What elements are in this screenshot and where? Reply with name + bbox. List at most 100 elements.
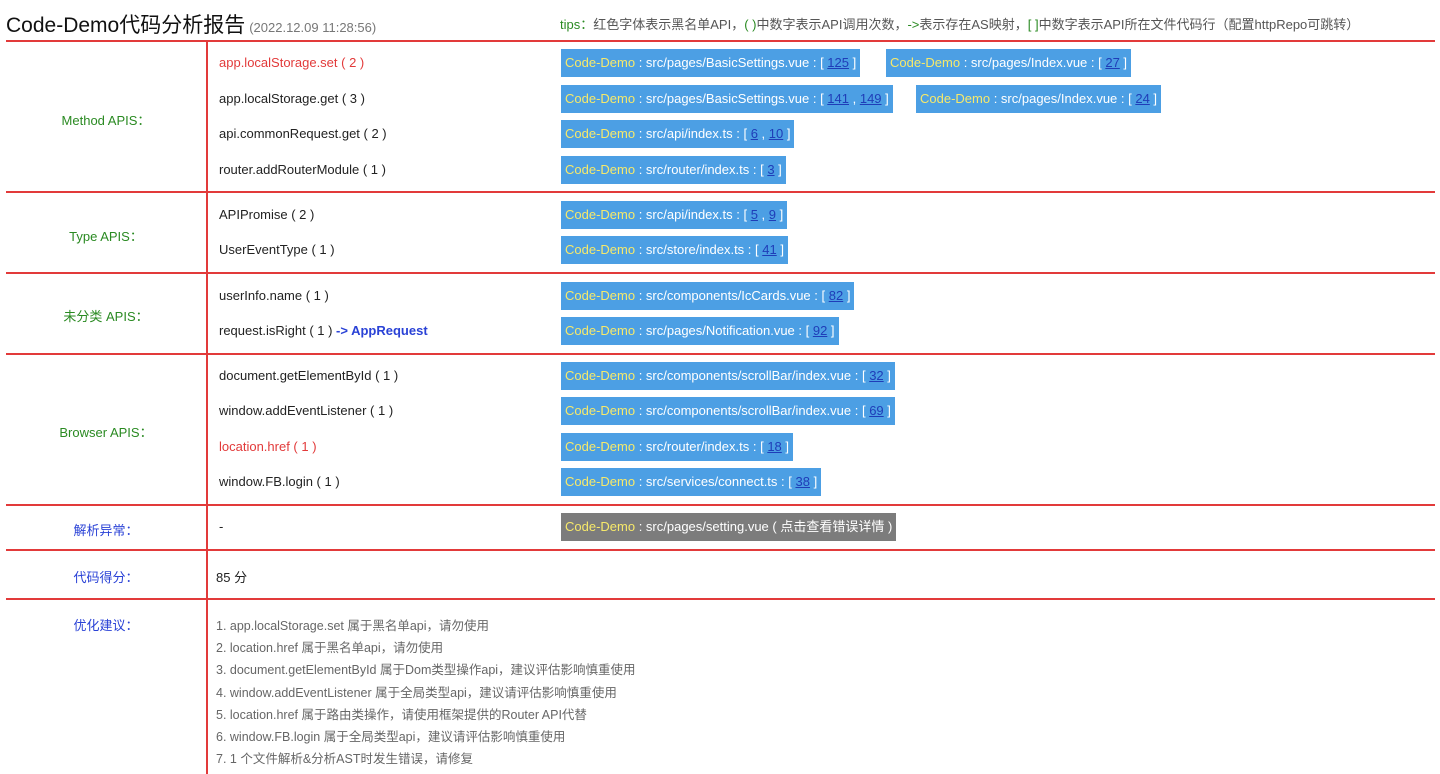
file-location-chip[interactable]: Code-Demo : src/pages/Notification.vue :… <box>561 317 839 345</box>
file-path: : src/services/connect.ts : [ <box>635 474 796 489</box>
file-location-chip[interactable]: Code-Demo : src/router/index.ts : [ 18 ] <box>561 433 794 461</box>
line-link[interactable]: 38 <box>795 474 809 489</box>
line-link[interactable]: 92 <box>813 323 827 338</box>
line-link[interactable]: 141 <box>827 91 849 106</box>
line-link[interactable]: 3 <box>767 162 774 177</box>
divider <box>6 549 1435 551</box>
file-location-chip[interactable]: Code-Demo : src/api/index.ts : [ 5 , 9 ] <box>561 201 788 229</box>
parse-error-value: - <box>219 519 224 534</box>
section-label-parse-error: 解析异常： <box>73 523 139 538</box>
line-link[interactable]: 69 <box>869 403 883 418</box>
api-name: APIPromise ( 2 ) <box>219 207 315 222</box>
file-location-chip[interactable]: Code-Demo : src/components/IcCards.vue :… <box>561 282 855 310</box>
file-location-chip[interactable]: Code-Demo : src/components/scrollBar/ind… <box>561 397 895 425</box>
line-link[interactable]: 32 <box>869 368 883 383</box>
api-name: UserEventType ( 1 ) <box>219 242 335 257</box>
project-name: Code-Demo <box>565 207 636 222</box>
report-header: Code-Demo代码分析报告 (2022.12.09 11:28:56) tip… <box>0 0 1440 41</box>
bracket-end: ] <box>774 162 782 177</box>
tips-bracket: [ ] <box>1027 17 1039 32</box>
divider <box>6 40 1435 42</box>
bracket-end: ] <box>883 403 891 418</box>
page-title: Code-Demo代码分析报告 (2022.12.09 11:28:56) <box>6 9 376 39</box>
api-name: app.localStorage.get ( 3 ) <box>219 91 365 106</box>
api-name: app.localStorage.set ( 2 ) <box>219 55 365 70</box>
line-link[interactable]: 5 <box>751 207 758 222</box>
suggestion-item: 5. location.href 属于路由类操作，请使用框架提供的Router … <box>216 708 587 722</box>
section-label-type: Type APIS： <box>69 229 143 244</box>
file-path: : src/router/index.ts : [ <box>635 439 768 454</box>
suggestion-item: 6. window.FB.login 属于全局类型api，建议请评估影响慎重使用 <box>216 730 566 744</box>
file-path: : src/pages/Index.vue : [ <box>960 55 1106 70</box>
divider <box>6 598 1435 600</box>
bracket-end: ] <box>881 91 889 106</box>
project-name: Code-Demo <box>890 55 961 70</box>
line-link[interactable]: 27 <box>1105 55 1119 70</box>
file-path: : src/pages/Index.vue : [ <box>990 91 1136 106</box>
line-link[interactable]: 9 <box>769 207 776 222</box>
api-name: request.isRight ( 1 ) -> AppRequest <box>219 323 428 338</box>
line-link[interactable]: 149 <box>860 91 882 106</box>
line-link[interactable]: 18 <box>767 439 781 454</box>
section-label-uncategorized: 未分类 APIS： <box>63 309 149 324</box>
bracket-end: ] <box>849 55 857 70</box>
bracket-end: ] <box>809 474 818 489</box>
file-location-chip[interactable]: Code-Demo : src/api/index.ts : [ 6 , 10 … <box>561 120 795 148</box>
section-label-browser: Browser APIS： <box>59 425 153 440</box>
file-location-chip[interactable]: Code-Demo : src/pages/Index.vue : [ 27 ] <box>886 49 1132 77</box>
file-path: : src/components/IcCards.vue : [ <box>635 288 829 303</box>
file-location-chip[interactable]: Code-Demo : src/router/index.ts : [ 3 ] <box>561 156 786 184</box>
file-path: : src/pages/BasicSettings.vue : [ <box>635 55 828 70</box>
api-name: api.commonRequest.get ( 2 ) <box>219 126 387 141</box>
code-score: 85 分 <box>216 570 248 585</box>
api-name: document.getElementById ( 1 ) <box>219 368 399 383</box>
bracket-end: ] <box>776 207 784 222</box>
line-link[interactable]: 82 <box>829 288 843 303</box>
file-path: : src/components/scrollBar/index.vue : [ <box>635 403 870 418</box>
file-location-chip[interactable]: Code-Demo : src/store/index.ts : [ 41 ] <box>561 236 788 264</box>
line-link[interactable]: 10 <box>769 126 783 141</box>
section-label-method: Method APIS： <box>61 113 151 128</box>
error-detail-chip[interactable]: Code-Demo : src/pages/setting.vue ( 点击查看… <box>561 513 897 541</box>
bracket-end: ] <box>883 368 891 383</box>
file-path: : src/pages/BasicSettings.vue : [ <box>635 91 828 106</box>
tips-prefix: tips： <box>560 17 594 32</box>
file-path: : src/components/scrollBar/index.vue : [ <box>635 368 870 383</box>
bracket-end: ] <box>776 242 784 257</box>
file-location-chip[interactable]: Code-Demo : src/services/connect.ts : [ … <box>561 468 822 496</box>
line-link[interactable]: 125 <box>827 55 849 70</box>
suggestion-item: 1. app.localStorage.set 属于黑名单api，请勿使用 <box>216 619 490 633</box>
file-path: : src/router/index.ts : [ <box>635 162 768 177</box>
tips-count: 中数字表示API调用次数， <box>756 17 908 32</box>
project-name: Code-Demo <box>565 323 636 338</box>
file-location-chip[interactable]: Code-Demo : src/pages/Index.vue : [ 24 ] <box>916 85 1162 113</box>
file-location-chip[interactable]: Code-Demo : src/pages/BasicSettings.vue … <box>561 85 893 113</box>
as-mapping: -> AppRequest <box>336 323 428 338</box>
tips-blacklist: 红色字体表示黑名单API， <box>593 17 745 32</box>
line-link[interactable]: 24 <box>1135 91 1149 106</box>
tips-arrow: -> <box>907 17 920 32</box>
line-link[interactable]: 6 <box>751 126 758 141</box>
file-location-chip[interactable]: Code-Demo : src/pages/BasicSettings.vue … <box>561 49 861 77</box>
tips-line: 中数字表示API所在文件代码行（配置httpRepo可跳转） <box>1038 17 1360 32</box>
bracket-end: ] <box>843 288 851 303</box>
api-name: location.href ( 1 ) <box>219 439 317 454</box>
project-name: Code-Demo <box>565 368 636 383</box>
api-name: window.FB.login ( 1 ) <box>219 474 340 489</box>
project-name: Code-Demo <box>565 126 636 141</box>
line-link[interactable]: 41 <box>762 242 776 257</box>
report-timestamp: (2022.12.09 11:28:56) <box>249 20 377 35</box>
api-call: request.isRight ( 1 ) <box>219 323 337 338</box>
error-file-path: : src/pages/setting.vue ( 点击查看错误详情 ) <box>635 519 893 534</box>
suggestion-item: 2. location.href 属于黑名单api，请勿使用 <box>216 641 444 655</box>
report-title: Code-Demo代码分析报告 <box>6 14 246 37</box>
project-name: Code-Demo <box>565 519 636 534</box>
divider <box>6 191 1435 193</box>
tips-mapping: 表示存在AS映射， <box>919 17 1028 32</box>
file-path: : src/store/index.ts : [ <box>635 242 763 257</box>
file-location-chip[interactable]: Code-Demo : src/components/scrollBar/ind… <box>561 362 895 390</box>
divider <box>6 353 1435 355</box>
file-path: : src/pages/Notification.vue : [ <box>635 323 813 338</box>
project-name: Code-Demo <box>565 439 636 454</box>
tips-paren: ( ) <box>744 17 757 32</box>
